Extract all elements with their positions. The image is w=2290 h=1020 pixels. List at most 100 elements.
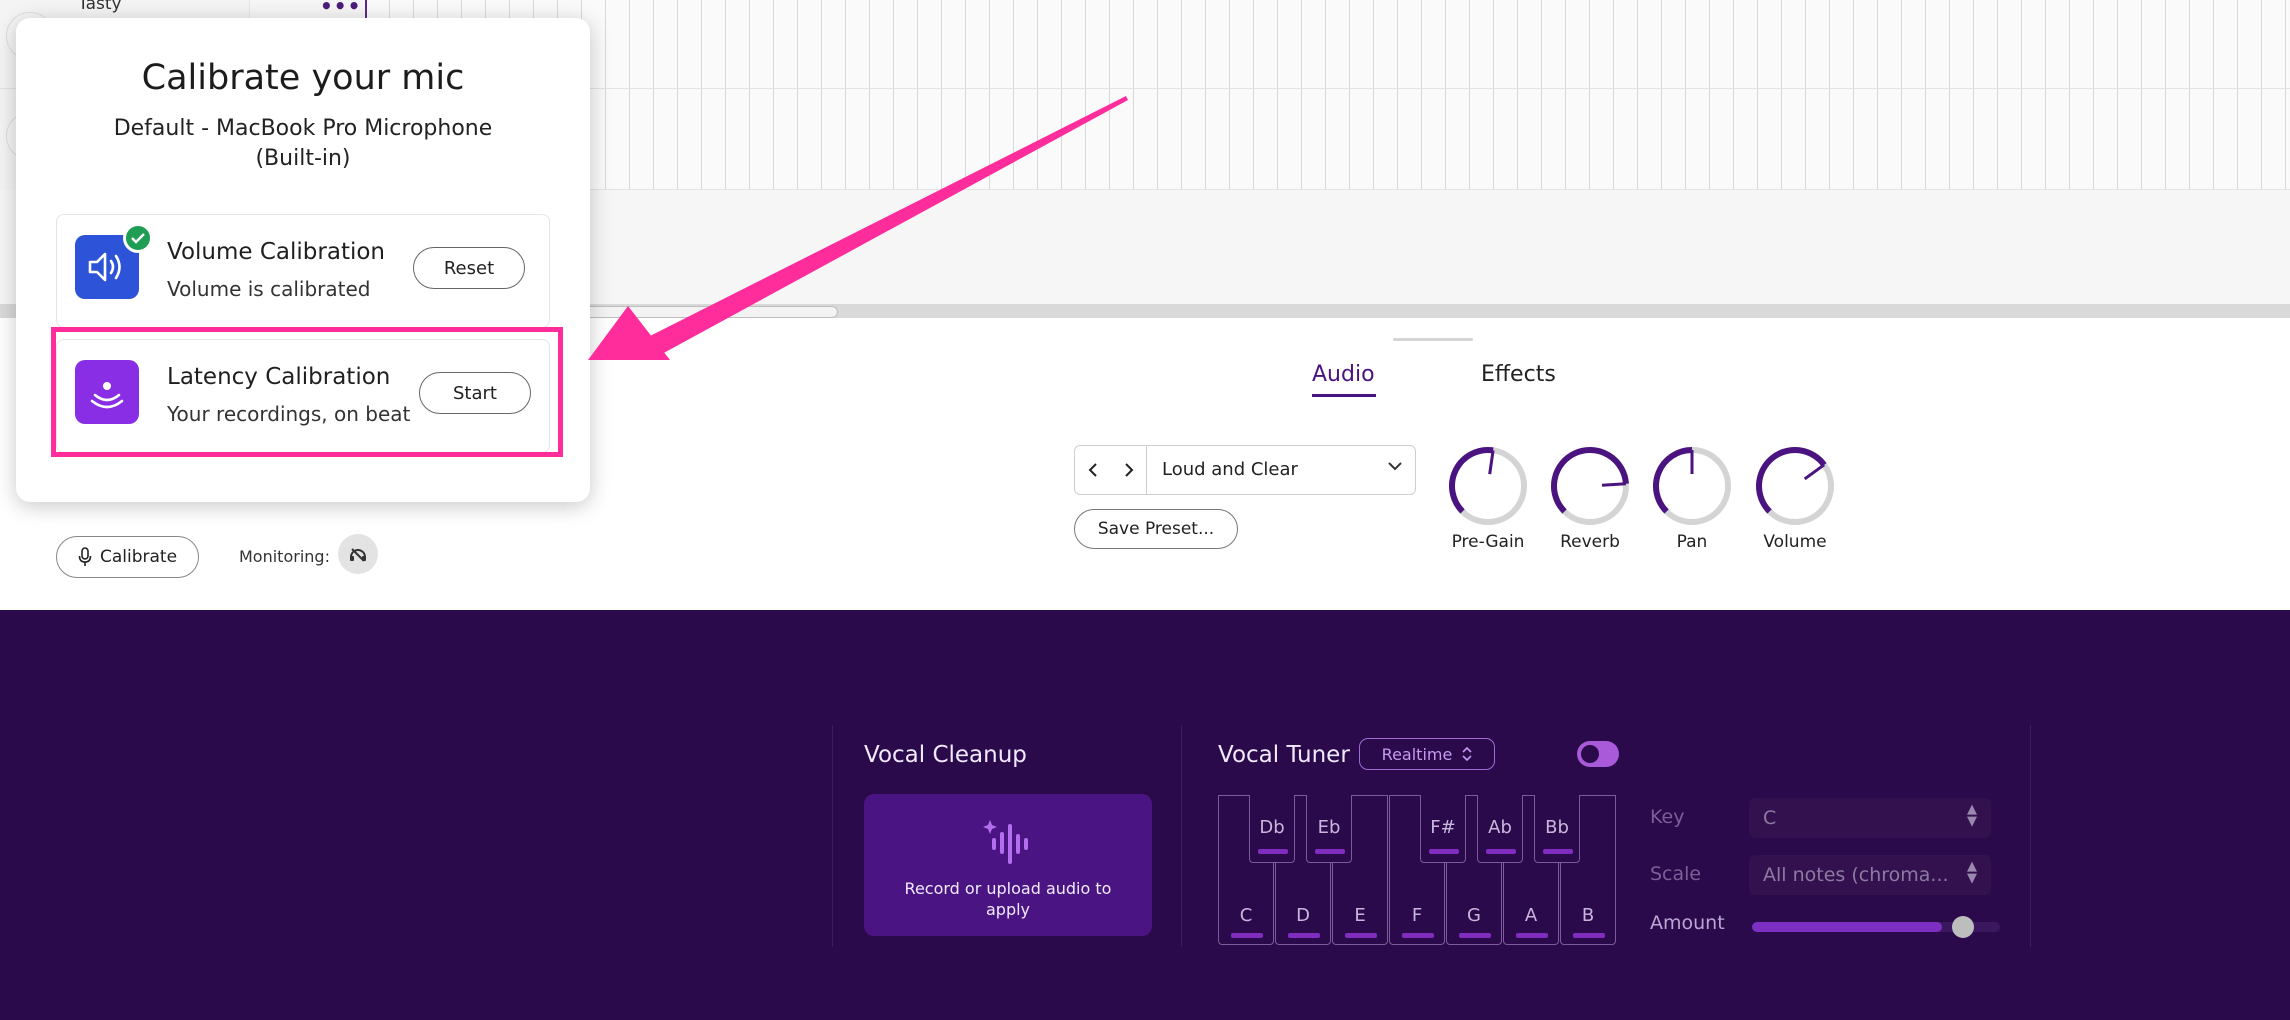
playhead[interactable] — [365, 0, 367, 18]
key-label: C — [1239, 905, 1253, 926]
save-preset-button[interactable]: Save Preset... — [1074, 509, 1238, 549]
key-label: B — [1581, 905, 1595, 926]
knob-value-arc — [1449, 447, 1494, 514]
key-label: E — [1354, 905, 1366, 926]
key-enabled-bar — [1459, 933, 1491, 938]
popup-title: Calibrate your mic — [141, 58, 465, 98]
microphone-icon — [78, 547, 92, 566]
piano-key-fsharp[interactable]: F# — [1420, 795, 1466, 863]
divider — [2030, 725, 2031, 947]
key-enabled-bar — [1486, 849, 1516, 854]
key-enabled-bar — [1573, 933, 1605, 938]
key-label: F — [1411, 905, 1423, 926]
key-label: G — [1467, 905, 1481, 926]
vocal-cleanup-hint: Record or upload audio to apply — [904, 879, 1112, 919]
headphones-icon[interactable] — [338, 534, 378, 574]
knob-reverb[interactable]: Reverb — [1545, 444, 1635, 552]
amount-label: Amount — [1650, 912, 1725, 934]
volume-calibration-title: Volume Calibration — [167, 239, 385, 265]
calibrate-button[interactable]: Calibrate — [56, 536, 199, 578]
calibrate-label: Calibrate — [99, 547, 178, 567]
knob-dial[interactable] — [1548, 444, 1632, 528]
key-enabled-bar — [1429, 849, 1459, 854]
knob-label: Pan — [1676, 532, 1708, 552]
scale-label: Scale — [1650, 863, 1702, 885]
key-label: F# — [1430, 817, 1456, 838]
scrollbar-thumb[interactable] — [560, 306, 838, 318]
piano-key-ab[interactable]: Ab — [1477, 795, 1523, 863]
key-enabled-bar — [1543, 849, 1573, 854]
preset-selector[interactable]: Loud and Clear — [1074, 445, 1416, 495]
knob-pointer — [1601, 482, 1627, 487]
knob-value-arc — [1551, 447, 1629, 514]
updown-chevron-icon: ▲ ▼ — [1967, 802, 1977, 829]
key-value: C — [1763, 807, 1777, 829]
key-enabled-bar — [1402, 933, 1434, 938]
sparkle-waveform-icon — [983, 820, 1028, 864]
mic-device-name: Default - MacBook Pro Microphone (Built-… — [113, 116, 493, 171]
monitoring-label: Monitoring: — [239, 547, 330, 566]
key-select[interactable]: C ▲ ▼ — [1749, 798, 1991, 838]
active-tab-indicator — [1312, 394, 1376, 397]
chevron-left-icon[interactable] — [1075, 446, 1111, 494]
panel-resize-handle[interactable] — [1393, 338, 1473, 341]
key-enabled-bar — [1516, 933, 1548, 938]
knob-pre-gain[interactable]: Pre-Gain — [1443, 444, 1533, 552]
key-label: Key — [1650, 806, 1685, 828]
key-enabled-bar — [1315, 849, 1345, 854]
vocal-cleanup-title: Vocal Cleanup — [864, 742, 1027, 768]
volume-calibration-card: Volume Calibration Volume is calibrated … — [56, 214, 550, 328]
piano-key-bb[interactable]: Bb — [1534, 795, 1580, 863]
key-label: A — [1524, 905, 1538, 926]
key-label: Ab — [1488, 817, 1512, 838]
vocal-tuner-toggle[interactable] — [1577, 741, 1619, 767]
updown-chevron-icon: ▲ ▼ — [1967, 859, 1977, 886]
tab-effects[interactable]: Effects — [1481, 362, 1556, 387]
tuner-keyboard: C D E F G A B Db Eb F# Ab Bb — [1218, 795, 1619, 946]
knob-pointer — [1803, 463, 1826, 481]
track-name: Tasty — [78, 0, 122, 14]
volume-calibration-status: Volume is calibrated — [167, 277, 371, 301]
knob-value-arc — [1653, 447, 1693, 514]
vocal-tools-area: Vocal Cleanup Record or upload audio to … — [0, 610, 2290, 1020]
key-enabled-bar — [1258, 849, 1288, 854]
preset-name: Loud and Clear — [1162, 459, 1298, 480]
amount-slider[interactable] — [1752, 916, 2000, 938]
toggle-knob — [1581, 745, 1599, 763]
scale-select[interactable]: All notes (chroma... ▲ ▼ — [1749, 855, 1991, 895]
key-label: Bb — [1545, 817, 1569, 838]
checkmark-icon — [123, 223, 153, 253]
tuner-mode-value: Realtime — [1381, 744, 1453, 764]
knob-dial[interactable] — [1446, 444, 1530, 528]
reset-button[interactable]: Reset — [413, 247, 525, 289]
amount-slider-thumb[interactable] — [1951, 916, 1974, 938]
knob-volume[interactable]: Volume — [1750, 444, 1840, 552]
key-label: D — [1296, 905, 1310, 926]
key-enabled-bar — [1231, 933, 1263, 938]
knob-label: Volume — [1763, 532, 1827, 552]
more-options-icon[interactable]: ••• — [320, 0, 361, 18]
tab-audio[interactable]: Audio — [1312, 362, 1375, 387]
tuner-mode-select[interactable]: Realtime — [1359, 738, 1495, 770]
key-label: Db — [1259, 817, 1285, 838]
updown-chevron-icon — [1462, 746, 1472, 762]
vocal-cleanup-dropzone[interactable]: Record or upload audio to apply — [864, 794, 1152, 936]
timeline-grid[interactable] — [365, 0, 2290, 190]
key-enabled-bar — [1288, 933, 1320, 938]
knob-dial[interactable] — [1753, 444, 1837, 528]
piano-key-db[interactable]: Db — [1249, 795, 1295, 863]
scale-value: All notes (chroma... — [1763, 864, 1949, 886]
knob-label: Pre-Gain — [1451, 532, 1525, 552]
highlight-annotation-box — [51, 327, 563, 457]
amount-slider-fill — [1752, 922, 1942, 932]
key-label: Eb — [1317, 817, 1341, 838]
vocal-tuner-title: Vocal Tuner — [1218, 742, 1350, 768]
piano-key-eb[interactable]: Eb — [1306, 795, 1352, 863]
knob-label: Reverb — [1560, 532, 1620, 552]
knob-pan[interactable]: Pan — [1647, 444, 1737, 552]
knob-pointer — [1488, 450, 1495, 475]
chevron-down-icon[interactable] — [1387, 458, 1403, 478]
chevron-right-icon[interactable] — [1111, 446, 1147, 494]
knob-dial[interactable] — [1650, 444, 1734, 528]
key-enabled-bar — [1345, 933, 1377, 938]
